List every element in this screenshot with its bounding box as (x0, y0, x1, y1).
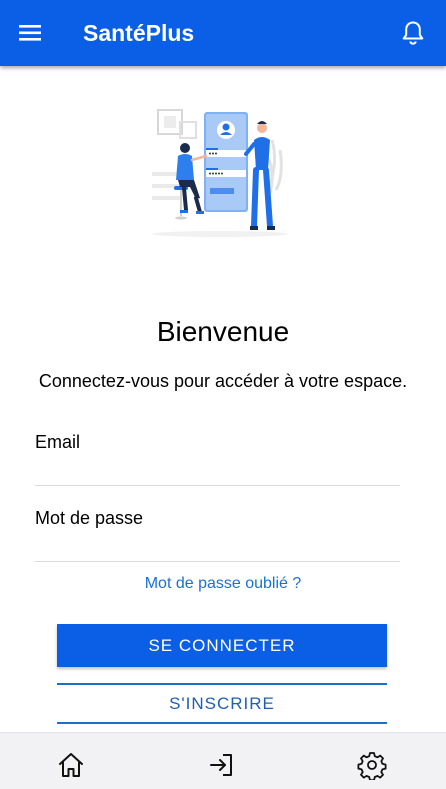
bottom-navigation (0, 732, 446, 789)
password-field[interactable] (35, 501, 400, 535)
menu-icon[interactable] (16, 19, 46, 47)
forgot-password-link[interactable]: Mot de passe oublié ? (0, 574, 446, 594)
register-button[interactable]: S'INSCRIRE (57, 683, 387, 724)
email-field[interactable] (35, 425, 400, 459)
login-icon[interactable] (207, 750, 237, 780)
login-illustration (140, 100, 300, 245)
welcome-title: Bienvenue (156, 316, 290, 347)
home-icon[interactable] (56, 750, 86, 780)
welcome-subtitle: Connectez-vous pour accéder à votre espa… (38, 371, 408, 391)
bell-icon[interactable] (398, 18, 428, 48)
login-button[interactable]: SE CONNECTER (57, 624, 387, 667)
gear-icon[interactable] (357, 750, 387, 780)
email-field-container (35, 425, 400, 486)
app-title: SantéPlus (83, 20, 195, 46)
password-field-container (35, 501, 400, 562)
app-bar: SantéPlus (0, 0, 446, 66)
